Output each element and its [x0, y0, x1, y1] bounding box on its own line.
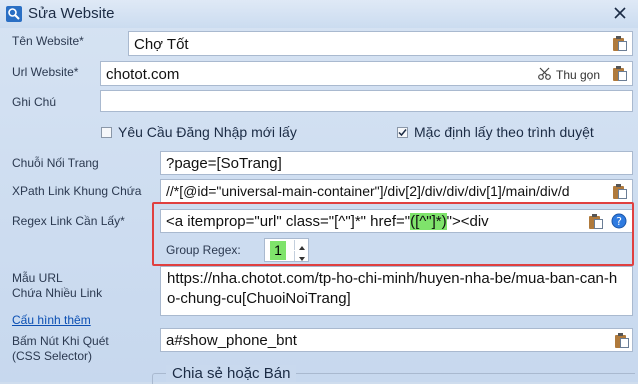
chuoi-noi-trang-value: ?page=[SoTrang] — [166, 155, 282, 172]
ten-website-value: Chợ Tốt — [134, 36, 189, 53]
close-icon — [614, 7, 626, 19]
label-bam-nut-2: (CSS Selector) — [12, 349, 93, 363]
label-group-regex: Group Regex: — [166, 243, 241, 257]
mau-url-field[interactable]: https://nha.chotot.com/tp-ho-chi-minh/hu… — [160, 266, 633, 316]
label-mau-url-1: Mẫu URL — [12, 271, 63, 285]
window-title: Sửa Website — [28, 5, 115, 22]
url-website-value: chotot.com — [106, 66, 180, 83]
group-regex-value: 1 — [270, 241, 286, 260]
default-get-label: Mặc định lấy theo trình duyệt — [414, 124, 594, 140]
checkmark-icon — [398, 129, 407, 137]
xpath-field[interactable]: //*[@id="universal-main-container"]/div[… — [160, 179, 633, 203]
paste-icon[interactable] — [613, 66, 627, 81]
label-regex: Regex Link Cần Lấy* — [12, 214, 125, 228]
share-section-title: Chia sẻ hoặc Bán — [166, 365, 297, 382]
group-regex-stepper[interactable]: 1 — [264, 238, 309, 262]
label-mau-url-2: Chứa Nhiều Link — [12, 286, 103, 300]
mau-url-value: https://nha.chotot.com/tp-ho-chi-minh/hu… — [167, 270, 618, 307]
url-website-field[interactable]: chotot.com Thu gọn — [100, 61, 633, 86]
default-get-checkbox[interactable] — [397, 127, 408, 138]
paste-icon[interactable] — [613, 184, 627, 199]
close-button[interactable] — [602, 0, 638, 26]
chevron-down-icon — [299, 257, 305, 261]
require-login-checkbox[interactable] — [101, 127, 112, 138]
xpath-value: //*[@id="universal-main-container"]/div[… — [166, 183, 570, 199]
label-url-website: Url Website* — [12, 65, 79, 79]
stepper-down-button[interactable] — [294, 251, 309, 261]
label-xpath: XPath Link Khung Chứa — [12, 184, 142, 198]
bam-nut-field[interactable]: a#show_phone_bnt — [160, 328, 633, 352]
stepper-up-button[interactable] — [294, 240, 309, 250]
label-bam-nut-1: Bấm Nút Khi Quét — [12, 334, 109, 348]
search-app-icon — [6, 6, 22, 22]
require-login-label: Yêu Cầu Đăng Nhập mới lấy — [118, 124, 297, 140]
ghi-chu-field[interactable] — [100, 90, 633, 112]
label-ten-website: Tên Website* — [12, 34, 84, 48]
edit-website-window: Sửa Website Tên Website* Chợ Tốt Url Web… — [0, 0, 638, 384]
config-more-link[interactable]: Cấu hình thêm — [12, 313, 91, 327]
ten-website-field[interactable]: Chợ Tốt — [128, 31, 633, 56]
label-chuoi-noi-trang: Chuỗi Nối Trang — [12, 156, 99, 170]
paste-icon[interactable] — [613, 36, 627, 51]
shorten-button[interactable]: Thu gọn — [556, 68, 600, 82]
paste-icon[interactable] — [615, 333, 629, 348]
label-ghi-chu: Ghi Chú — [12, 95, 57, 109]
bam-nut-value: a#show_phone_bnt — [166, 332, 297, 349]
title-bar: Sửa Website — [0, 0, 638, 28]
scissors-icon[interactable] — [538, 67, 552, 81]
chuoi-noi-trang-field[interactable]: ?page=[SoTrang] — [160, 151, 633, 175]
